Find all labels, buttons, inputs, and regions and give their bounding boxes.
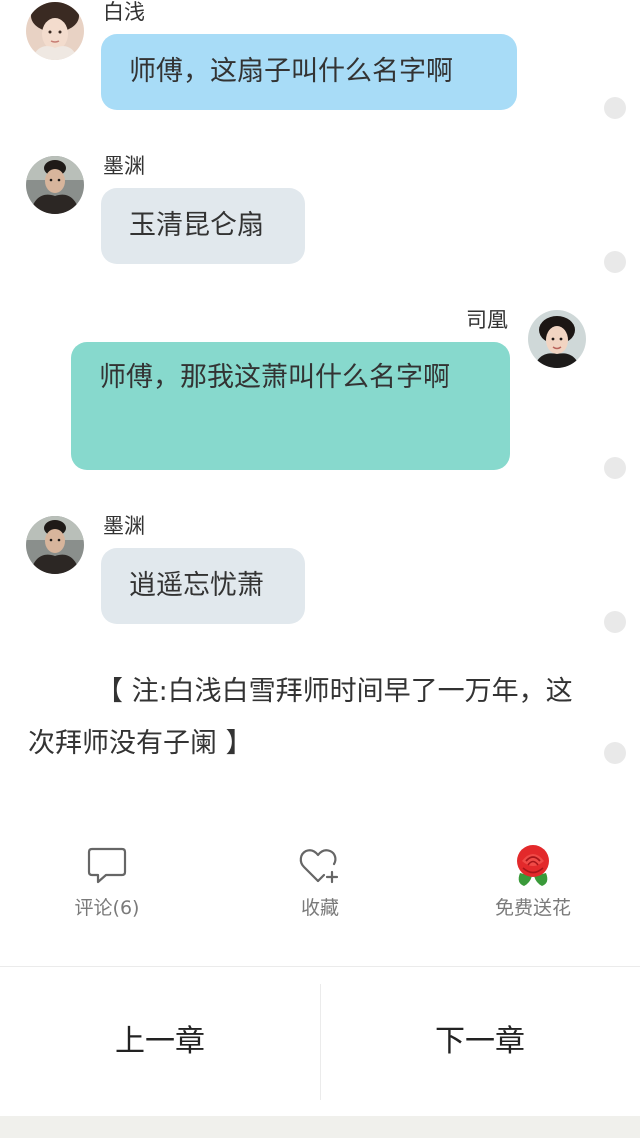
comment-dot-icon[interactable] <box>604 97 626 119</box>
rose-icon <box>517 845 549 886</box>
speaker-name: 白浅 <box>103 0 145 24</box>
avatar-baiqian-image <box>26 2 84 60</box>
message-bubble[interactable]: 逍遥忘忧萧 <box>101 548 305 624</box>
comment-dot-icon[interactable] <box>604 457 626 479</box>
comment-action[interactable]: 评论(6) <box>37 845 177 919</box>
comment-dot-icon[interactable] <box>604 251 626 273</box>
avatar-moyuan-image <box>26 156 84 214</box>
comment-label: 评论(6) <box>74 897 140 919</box>
comment-icon <box>87 847 127 884</box>
favorite-label: 收藏 <box>300 897 339 919</box>
speaker-name: 墨渊 <box>103 514 145 538</box>
comment-dot-icon[interactable] <box>604 611 626 633</box>
speaker-name: 墨渊 <box>103 154 145 178</box>
message-bubble[interactable]: 师傅，那我这萧叫什么名字啊 <box>71 342 510 470</box>
comment-dot-icon[interactable] <box>604 742 626 764</box>
avatar-moyuan[interactable] <box>26 156 84 214</box>
avatar-moyuan[interactable] <box>26 516 84 574</box>
author-note: 【 注:白浅白雪拜师时间早了一万年，这次拜师没有子阑 】 <box>28 676 573 759</box>
bottom-strip <box>0 1116 640 1138</box>
avatar-baiqian[interactable] <box>26 2 84 60</box>
avatar-moyuan-image <box>26 516 84 574</box>
flower-label: 免费送花 <box>494 897 571 919</box>
speaker-name: 司凰 <box>466 308 508 332</box>
avatar-sihuang[interactable] <box>528 310 586 368</box>
favorite-action[interactable]: 收藏 <box>250 845 390 919</box>
send-flower-action[interactable]: 免费送花 <box>463 843 603 919</box>
avatar-sihuang-image <box>528 310 586 368</box>
divider <box>0 966 640 967</box>
heart-plus-icon <box>299 849 339 884</box>
message-bubble[interactable]: 师傅，这扇子叫什么名字啊 <box>101 34 517 110</box>
prev-chapter-button[interactable]: 上一章 <box>0 982 320 1102</box>
next-chapter-button[interactable]: 下一章 <box>320 982 640 1102</box>
message-bubble[interactable]: 玉清昆仑扇 <box>101 188 305 264</box>
